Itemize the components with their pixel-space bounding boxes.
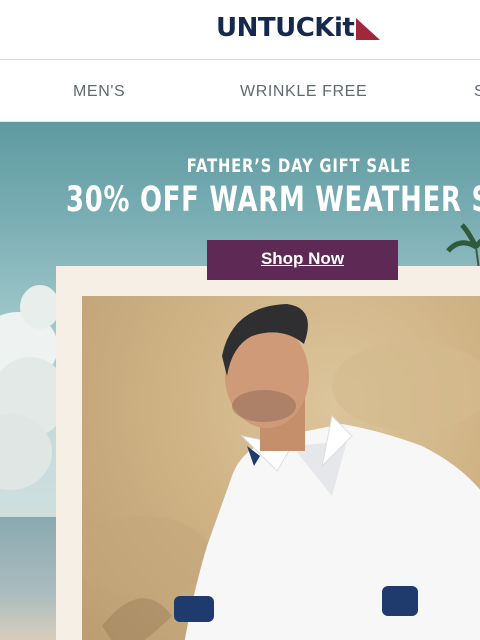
hero-eyebrow: FATHER’S DAY GIFT SALE	[186, 155, 412, 177]
model-illustration	[82, 304, 480, 640]
site-header: UNTUCKit	[0, 0, 480, 60]
sea-background	[0, 517, 60, 640]
nav-item-wrinkle-free[interactable]: WRINKLE FREE	[240, 60, 367, 121]
model-photo	[82, 296, 480, 640]
category-nav: MEN'S WRINKLE FREE S	[0, 60, 480, 122]
logo-flag-icon	[356, 18, 381, 40]
clouds-background	[0, 285, 60, 490]
nav-item-next[interactable]: S	[474, 60, 480, 121]
nav-item-mens[interactable]: MEN'S	[73, 60, 125, 121]
brand-logo-text: UNTUCKit	[216, 13, 355, 43]
hero-banner[interactable]: FATHER’S DAY GIFT SALE 30% OFF WARM WEAT…	[0, 122, 480, 640]
hero-headline: 30% OFF WARM WEATHER STY	[66, 180, 480, 220]
brand-logo[interactable]: UNTUCKit	[216, 12, 381, 44]
shop-now-button[interactable]: Shop Now	[207, 240, 398, 280]
